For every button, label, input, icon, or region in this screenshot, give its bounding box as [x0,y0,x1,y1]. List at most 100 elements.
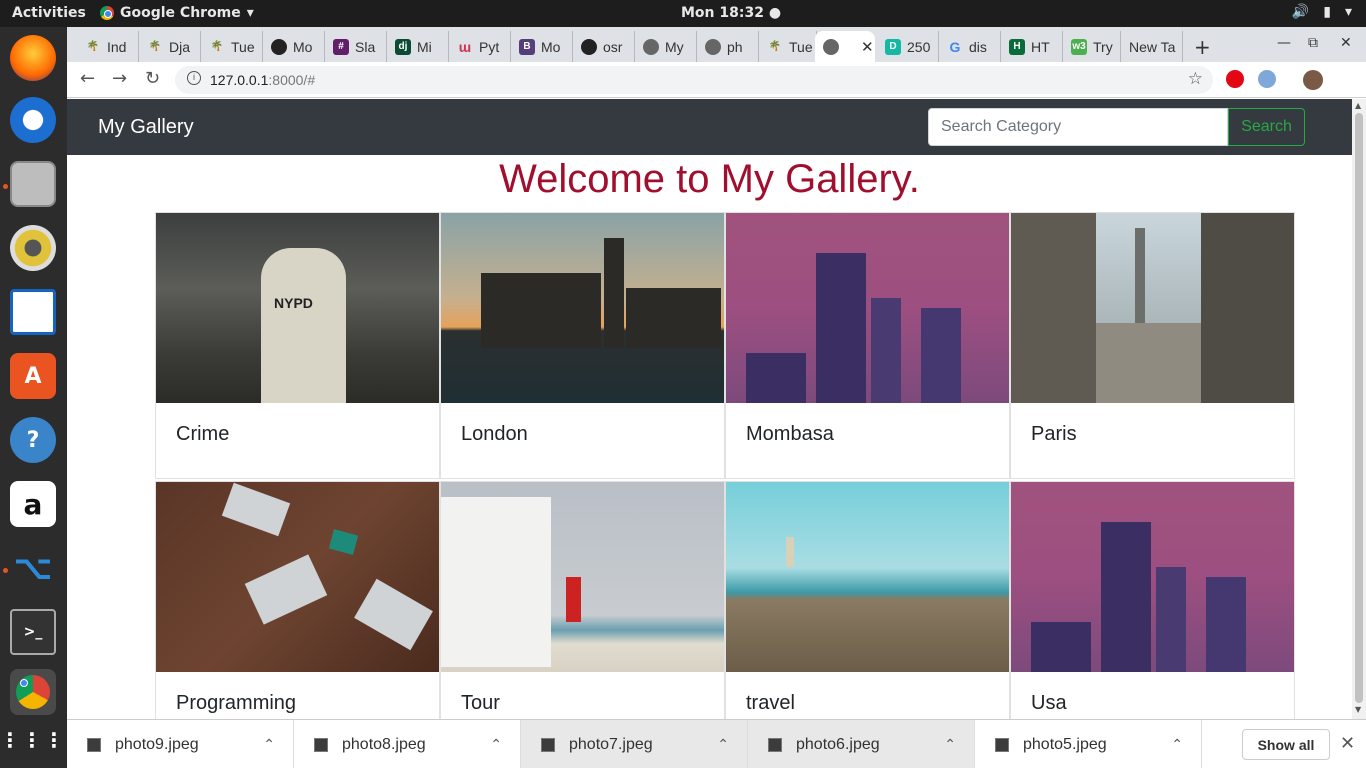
bootstrap-icon: B [519,38,535,55]
download-item[interactable]: photo6.jpeg ⌃ [748,720,975,768]
app-name: Google Chrome [120,5,241,21]
site-brand[interactable]: My Gallery [98,116,194,139]
show-all-button[interactable]: Show all [1242,729,1330,760]
firefox-icon[interactable] [10,35,56,81]
chevron-up-icon[interactable]: ⌃ [717,736,729,753]
chevron-up-icon[interactable]: ⌃ [1171,736,1183,753]
reload-icon[interactable]: ↻ [145,68,160,89]
tab[interactable]: # Sla [325,31,387,62]
file-icon [768,737,782,752]
download-item[interactable]: photo7.jpeg ⌃ [521,720,748,768]
tab[interactable]: 🌴 Tue [759,31,817,62]
google-icon: G [949,38,961,55]
activities-button[interactable]: Activities [12,5,86,21]
category-image[interactable]: NYPD [156,213,439,403]
files-icon[interactable] [10,161,56,207]
tab[interactable]: 🌴 Tue [201,31,263,62]
category-image[interactable] [156,482,439,672]
forward-icon[interactable]: → [112,68,127,89]
opera-extension-icon[interactable] [1226,70,1244,88]
tab[interactable]: Mo [263,31,325,62]
minimize-icon[interactable]: — [1277,35,1291,51]
help-icon[interactable]: ? [10,417,56,463]
tab[interactable]: Gdis [939,31,1001,62]
tab[interactable]: osr [573,31,635,62]
chrome-icon[interactable] [10,669,56,715]
gallery-card-london[interactable]: London [440,212,725,479]
file-icon [995,737,1009,752]
tab[interactable]: w3 Try [1063,31,1121,62]
writer-icon[interactable] [10,289,56,335]
tab-label: HT [1031,38,1050,55]
category-image[interactable] [726,482,1009,672]
tab-label: Mo [541,38,561,55]
system-tray[interactable]: 🔊 ▮ ▾ [1292,4,1352,20]
url-host: 127.0.0.1 [210,72,269,88]
gallery-card-tour[interactable]: Tour [440,481,725,719]
download-item[interactable]: photo5.jpeg ⌃ [975,720,1202,768]
new-tab-button[interactable]: + [1194,35,1211,59]
url-text: 127.0.0.1:8000/# [210,72,315,88]
category-image[interactable] [1011,213,1294,403]
scrollbar-thumb[interactable] [1355,113,1363,703]
software-icon[interactable]: A [10,353,56,399]
gallery-card-usa[interactable]: Usa [1010,481,1295,719]
show-apps-icon[interactable]: ⋮⋮⋮ [0,717,64,763]
category-image[interactable] [441,482,724,672]
vscode-icon[interactable]: ⌥ [10,545,56,591]
gallery-card-programming[interactable]: Programming [155,481,440,719]
category-image[interactable] [1011,482,1294,672]
gallery-card-crime[interactable]: NYPD Crime [155,212,440,479]
gallery-card-travel[interactable]: travel [725,481,1010,719]
scroll-down-icon[interactable]: ▼ [1355,705,1361,714]
tab-label: My [665,38,684,55]
page-scrollbar[interactable]: ▲ ▼ [1352,99,1366,719]
chevron-up-icon[interactable]: ⌃ [944,736,956,753]
address-bar[interactable]: i 127.0.0.1:8000/# ☆ [175,66,1213,94]
system-top-bar: Activities Google Chrome ▾ Mon 18:32 ● 🔊… [0,0,1366,27]
download-item[interactable]: photo8.jpeg ⌃ [294,720,521,768]
close-tab-icon[interactable]: ✕ [861,38,874,56]
info-icon[interactable]: i [187,71,201,85]
tab[interactable]: ph [697,31,759,62]
back-icon[interactable]: ← [80,68,95,89]
thunderbird-icon[interactable] [10,97,56,143]
tab[interactable]: ɯ Pyt [449,31,511,62]
terminal-icon[interactable]: >_ [10,609,56,655]
amazon-icon[interactable]: a [10,481,56,527]
tab[interactable]: H HT [1001,31,1063,62]
avatar[interactable] [1303,70,1323,90]
chevron-up-icon[interactable]: ⌃ [490,736,502,753]
close-icon[interactable]: ✕ [1340,733,1355,754]
page-viewport: My Gallery Search Welcome to My Gallery.… [67,99,1352,719]
tab-active[interactable]: ✕ [815,31,875,62]
chevron-down-icon: ▾ [1344,4,1352,20]
download-item[interactable]: photo9.jpeg ⌃ [67,720,294,768]
tab[interactable]: New Ta [1121,31,1183,62]
search-button[interactable]: Search [1228,108,1305,146]
gallery-card-mombasa[interactable]: Mombasa [725,212,1010,479]
app-menu[interactable]: Google Chrome ▾ [100,5,254,21]
tab[interactable]: 🌴 Dja [139,31,201,62]
chevron-up-icon[interactable]: ⌃ [263,736,275,753]
tab[interactable]: D 250 [877,31,939,62]
tab[interactable]: 🌴 Ind [77,31,139,62]
close-window-icon[interactable]: ✕ [1340,35,1352,51]
tab[interactable]: B Mo [511,31,573,62]
tab[interactable]: My [635,31,697,62]
search-input[interactable] [928,108,1228,146]
download-filename: photo6.jpeg [796,735,880,753]
scroll-up-icon[interactable]: ▲ [1355,101,1361,110]
tab[interactable]: dj Mi [387,31,449,62]
maximize-icon[interactable]: ⧉ [1308,35,1318,51]
battery-icon: ▮ [1323,4,1331,20]
tab-strip: 🌴 Ind 🌴 Dja 🌴 Tue Mo # Sla dj Mi ɯ Pyt B Mo osr… [67,27,1366,62]
extension-icon[interactable] [1258,70,1276,88]
rhythmbox-icon[interactable] [10,225,56,271]
file-icon [87,737,101,752]
category-image[interactable] [726,213,1009,403]
clock[interactable]: Mon 18:32 ● [681,5,781,21]
category-image[interactable] [441,213,724,403]
gallery-card-paris[interactable]: Paris [1010,212,1295,479]
bookmark-star-icon[interactable]: ☆ [1188,69,1203,89]
